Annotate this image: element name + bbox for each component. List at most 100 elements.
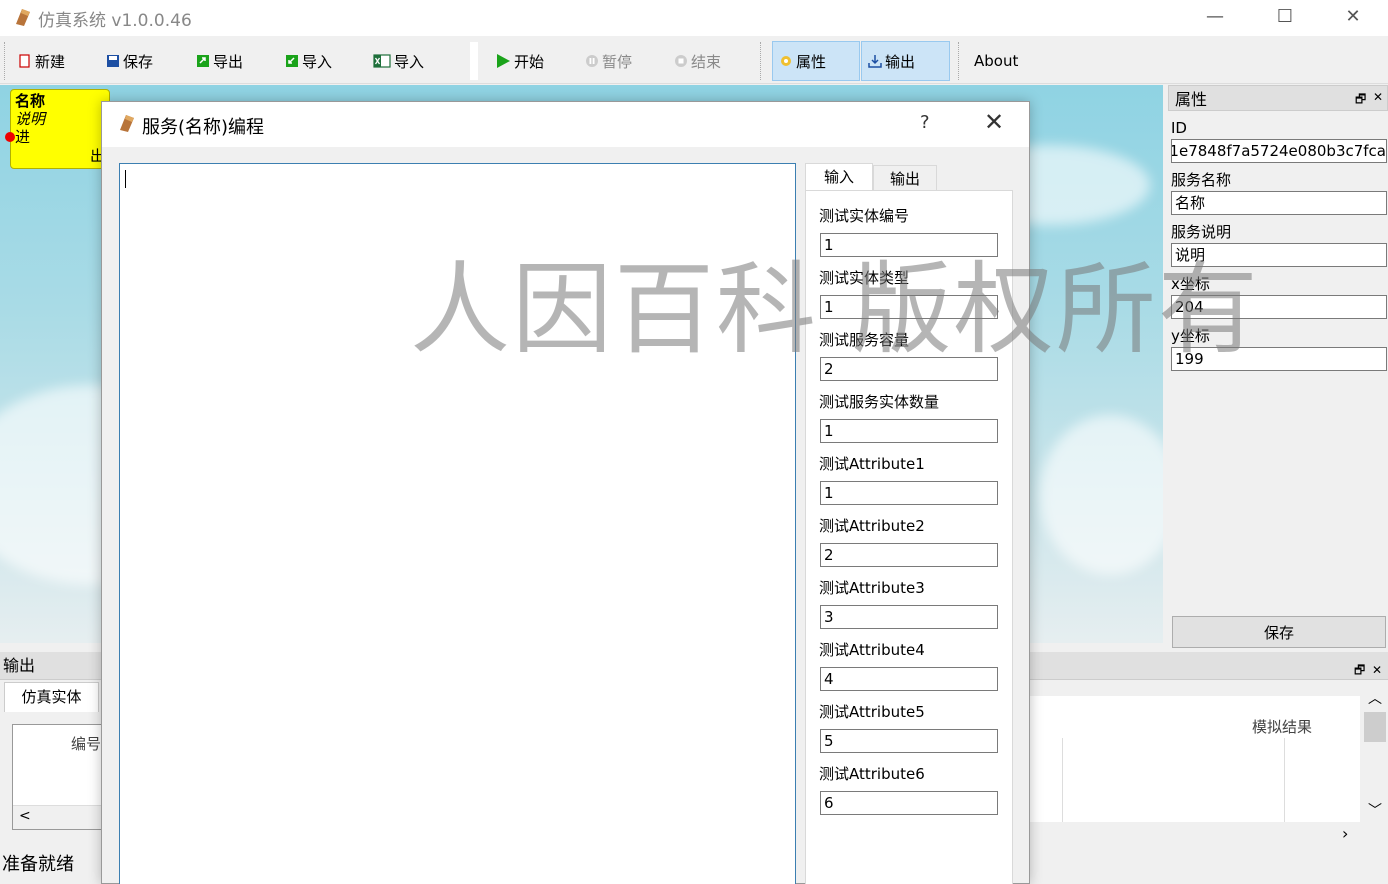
close-button[interactable]: ✕ xyxy=(1318,0,1388,32)
chevron-up-icon[interactable]: ︿ xyxy=(1368,688,1382,708)
property-input[interactable]: bc1e7848f7a5724e080b3c7fca xyxy=(1171,139,1387,163)
start-button[interactable]: 开始 xyxy=(495,50,544,72)
stop-icon xyxy=(675,55,687,67)
entity-table: 编号 < xyxy=(12,724,112,830)
property-label: y坐标 xyxy=(1171,327,1210,345)
input-field-label: 测试实体类型 xyxy=(819,269,910,287)
import-button[interactable]: 导入 xyxy=(285,50,332,72)
properties-save-button[interactable]: 保存 xyxy=(1172,616,1386,648)
tab-simulation-entity[interactable]: 仿真实体 xyxy=(4,682,99,712)
input-port[interactable] xyxy=(5,132,15,142)
close-icon[interactable]: ✕ xyxy=(1373,90,1383,104)
output-tray-icon xyxy=(868,55,882,68)
property-label: 服务名称 xyxy=(1171,171,1232,189)
restore-icon[interactable]: 🗗 xyxy=(1354,656,1365,684)
property-input[interactable]: 名称 xyxy=(1171,191,1387,215)
floppy-disk-icon xyxy=(107,55,119,67)
input-field[interactable]: 4 xyxy=(820,667,998,691)
node-description: 说明 xyxy=(15,110,46,128)
toolbar-separator xyxy=(470,42,478,80)
input-field[interactable]: 1 xyxy=(820,233,998,257)
new-button[interactable]: 新建 xyxy=(18,50,65,72)
result-table: 模拟结果 xyxy=(1030,696,1360,822)
app-logo-icon xyxy=(16,9,30,26)
node-input-label: 进 xyxy=(15,128,31,146)
vertical-scrollbar[interactable]: ︿ ﹀ xyxy=(1362,688,1388,822)
horizontal-scrollbar[interactable]: < xyxy=(13,805,111,829)
input-field-label: 测试Attribute5 xyxy=(819,703,925,721)
chevron-down-icon[interactable]: ﹀ xyxy=(1368,800,1382,820)
grid-line xyxy=(1284,738,1285,822)
input-field[interactable]: 1 xyxy=(820,419,998,443)
import-icon xyxy=(286,55,298,67)
output-toggle[interactable]: 输出 xyxy=(861,41,950,81)
service-node[interactable]: 名称 说明 进 出 xyxy=(5,89,110,169)
tab-output[interactable]: 输出 xyxy=(873,165,937,191)
input-field-label: 测试Attribute3 xyxy=(819,579,925,597)
input-field[interactable]: 3 xyxy=(820,605,998,629)
help-button[interactable]: ? xyxy=(920,112,930,133)
text-caret xyxy=(125,170,126,188)
input-field-label: 测试服务容量 xyxy=(819,331,910,349)
property-label: 服务说明 xyxy=(1171,223,1232,241)
excel-icon xyxy=(373,54,391,68)
node-name: 名称 xyxy=(15,92,46,110)
properties-toggle[interactable]: 属性 xyxy=(772,41,860,81)
excel-import-button[interactable]: 导入 xyxy=(373,50,424,72)
dialog-close-button[interactable]: ✕ xyxy=(984,108,1004,136)
property-input[interactable]: 说明 xyxy=(1171,243,1387,267)
cloud-decoration xyxy=(1040,415,1163,575)
export-button[interactable]: 导出 xyxy=(196,50,243,72)
grid-line xyxy=(1062,738,1063,822)
export-icon xyxy=(197,55,209,67)
app-logo-icon xyxy=(120,115,134,132)
output-label: 输出 xyxy=(885,52,916,71)
export-label: 导出 xyxy=(213,52,244,71)
column-header-result: 模拟结果 xyxy=(1252,718,1313,736)
input-field-label: 测试Attribute2 xyxy=(819,517,925,535)
about-button[interactable]: About xyxy=(974,50,1018,72)
input-field[interactable]: 1 xyxy=(820,295,998,319)
new-file-icon xyxy=(19,54,30,68)
input-field-label: 测试Attribute4 xyxy=(819,641,925,659)
dialog-title-bar: 服务(名称)编程 ? ✕ xyxy=(102,102,1029,147)
scrollbar-thumb[interactable] xyxy=(1364,712,1386,742)
chevron-right-icon[interactable]: › xyxy=(1342,824,1348,843)
input-field[interactable]: 5 xyxy=(820,729,998,753)
minimize-button[interactable]: — xyxy=(1180,0,1250,32)
play-icon xyxy=(497,54,510,68)
stop-button[interactable]: 结束 xyxy=(674,50,721,72)
start-label: 开始 xyxy=(514,52,545,71)
chevron-left-icon[interactable]: < xyxy=(19,808,31,824)
pause-label: 暂停 xyxy=(602,52,633,71)
service-programming-dialog: 服务(名称)编程 ? ✕ 输入 输出 测试实体编号 1 测试实体类型 1 测试服务容量 2… xyxy=(101,101,1030,884)
dialog-title: 服务(名称)编程 xyxy=(142,117,265,138)
input-field-label: 测试服务实体数量 xyxy=(819,393,940,411)
toolbar-grip-3 xyxy=(958,42,960,80)
window-title: 仿真系统 v1.0.0.46 xyxy=(38,11,192,31)
input-field[interactable]: 1 xyxy=(820,481,998,505)
input-field[interactable]: 2 xyxy=(820,543,998,567)
input-field[interactable]: 6 xyxy=(820,791,998,815)
properties-panel-header: 属性 🗗 ✕ xyxy=(1168,85,1388,111)
gear-icon xyxy=(781,56,791,66)
save-label: 保存 xyxy=(123,52,154,71)
maximize-button[interactable]: ☐ xyxy=(1250,0,1320,32)
properties-label: 属性 xyxy=(796,52,827,71)
output-panel-title: 输出 xyxy=(3,656,36,675)
save-button[interactable]: 保存 xyxy=(106,50,153,72)
property-input[interactable]: 204 xyxy=(1171,295,1387,319)
import-label: 导入 xyxy=(302,52,333,71)
toolbar: 新建 保存 导出 导入 导入 开始 暂停 结束 属性 输出 About xyxy=(0,38,1388,84)
input-field-label: 测试Attribute6 xyxy=(819,765,925,783)
input-field[interactable]: 2 xyxy=(820,357,998,381)
close-icon[interactable]: ✕ xyxy=(1372,656,1382,684)
properties-panel-title: 属性 xyxy=(1175,90,1208,109)
code-editor[interactable] xyxy=(119,163,796,884)
toolbar-grip-2 xyxy=(760,42,762,80)
properties-panel: 属性 🗗 ✕ ID bc1e7848f7a5724e080b3c7fca 服务名称名… xyxy=(1168,85,1388,651)
tab-input[interactable]: 输入 xyxy=(805,163,873,192)
pause-button[interactable]: 暂停 xyxy=(585,50,632,72)
property-input[interactable]: 199 xyxy=(1171,347,1387,371)
restore-icon[interactable]: 🗗 xyxy=(1355,90,1366,111)
